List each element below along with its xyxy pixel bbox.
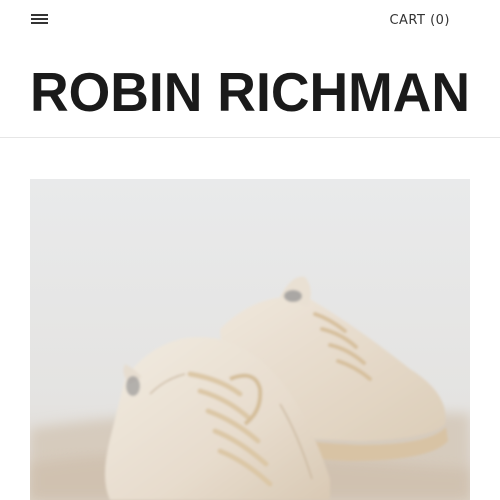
logo-text: ROBIN RICHMAN [30, 62, 470, 116]
cart-label: CART [389, 13, 426, 28]
site-logo[interactable]: ROBIN RICHMAN [30, 60, 470, 116]
menu-bar [31, 22, 48, 24]
site-header: CART (0) ROBIN RICHMAN [0, 0, 500, 138]
cart-link[interactable]: CART (0) [389, 13, 450, 28]
sneakers-photo [30, 179, 470, 500]
cart-count: (0) [430, 13, 450, 28]
hero-product-image[interactable] [30, 179, 470, 500]
menu-bar [31, 14, 48, 16]
hamburger-menu-icon[interactable] [31, 13, 48, 25]
menu-bar [31, 18, 48, 20]
